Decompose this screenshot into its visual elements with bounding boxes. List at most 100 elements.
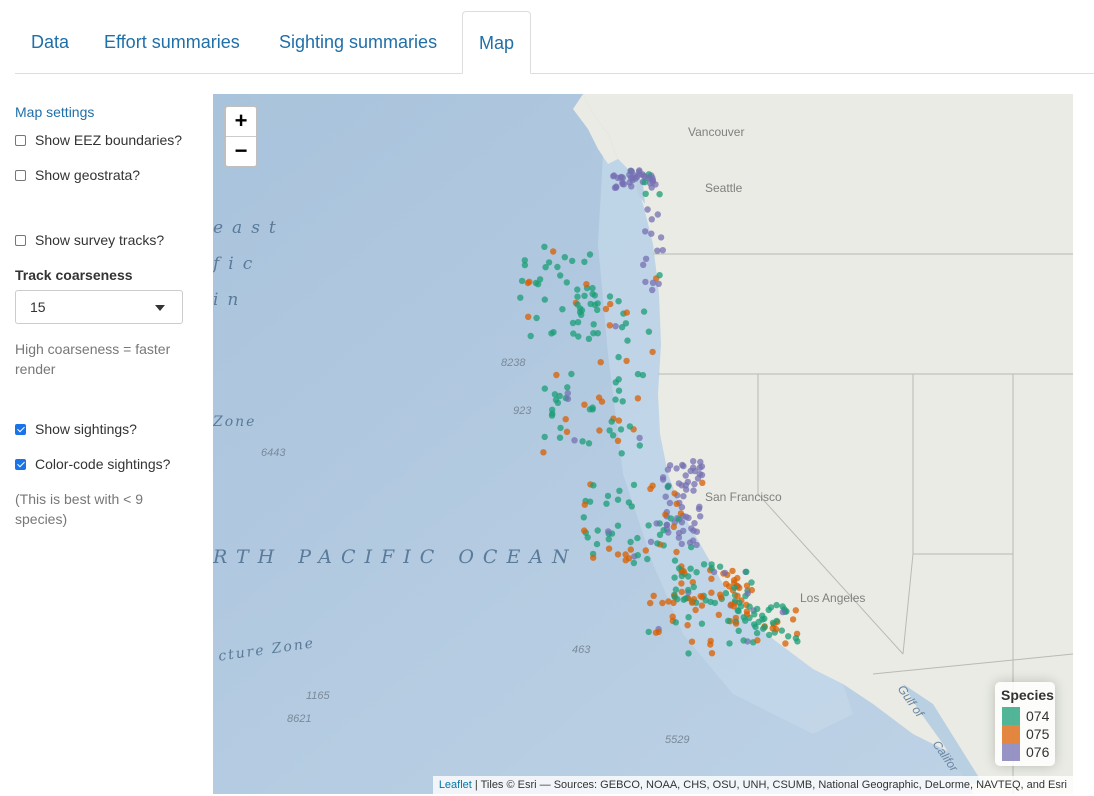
sighting-point (782, 640, 789, 647)
sighting-point (622, 320, 630, 327)
sighting-point (625, 499, 633, 506)
show-geostrata-checkbox[interactable] (15, 169, 26, 181)
sighting-point (634, 370, 642, 378)
sighting-point (659, 247, 666, 254)
sighting-point (685, 586, 692, 594)
legend-item: 075 (1002, 725, 1049, 743)
sighting-point (617, 426, 625, 433)
sighting-point (614, 522, 622, 529)
sighting-point (794, 638, 801, 645)
sighting-point (682, 595, 689, 602)
sighting-point (574, 286, 581, 293)
sighting-point (657, 234, 665, 241)
sighting-point (690, 464, 697, 471)
chevron-down-icon (155, 305, 165, 311)
sighting-point (767, 604, 775, 611)
depth-label: 6443 (261, 447, 286, 459)
sighting-point (564, 395, 572, 403)
species-legend: Species 074 075 076 (995, 682, 1055, 766)
sighting-point (754, 637, 761, 644)
sighting-point (614, 437, 622, 444)
show-eez-checkbox[interactable] (15, 134, 26, 146)
sighting-point (613, 184, 620, 191)
sighting-point (627, 174, 635, 181)
sighting-point (581, 292, 588, 299)
sighting-point (595, 394, 603, 401)
show-eez-checkbox-row[interactable]: Show EEZ boundaries? (15, 132, 182, 148)
sighting-point (690, 583, 697, 591)
sighting-point (693, 569, 700, 576)
sighting-point (626, 423, 634, 430)
tab-data[interactable]: Data (15, 11, 85, 73)
sighting-point (536, 276, 544, 283)
sighting-point (649, 279, 657, 286)
sighting-point (692, 606, 699, 614)
sighting-point (685, 650, 692, 657)
legend-label: 076 (1026, 744, 1050, 760)
sighting-point (697, 513, 704, 520)
sighting-point (618, 450, 625, 457)
zoom-in-button[interactable]: + (226, 107, 256, 137)
sighting-point (648, 230, 655, 237)
sighting-point (640, 261, 647, 268)
sighting-point (527, 332, 534, 340)
sighting-point (634, 395, 642, 402)
sighting-point (614, 496, 622, 503)
sighting-point (642, 547, 649, 554)
sighting-point (698, 602, 706, 609)
sighting-point (628, 168, 635, 175)
color-code-checkbox-row[interactable]: Color-code sightings? (15, 456, 170, 472)
ocean-fragment-fic: fic (213, 254, 262, 274)
show-sightings-checkbox[interactable] (15, 423, 26, 435)
sighting-point (589, 284, 596, 292)
sighting-point (586, 406, 594, 413)
sighting-point (673, 548, 680, 556)
depth-label: 5529 (665, 734, 690, 746)
sighting-point (618, 173, 625, 181)
sighting-point (672, 586, 680, 593)
track-coarseness-select[interactable]: 15 (15, 290, 183, 324)
sighting-point (740, 637, 747, 644)
sighting-point (605, 545, 613, 552)
sighting-point (644, 555, 651, 563)
color-code-checkbox[interactable] (15, 458, 26, 470)
sighting-point (641, 179, 648, 186)
sighting-point (715, 611, 722, 618)
tab-map[interactable]: Map (462, 11, 531, 74)
tab-sighting-summaries[interactable]: Sighting summaries (263, 11, 453, 73)
tab-effort-summaries[interactable]: Effort summaries (88, 11, 256, 73)
show-geostrata-checkbox-row[interactable]: Show geostrata? (15, 167, 140, 183)
sighting-point (725, 617, 732, 624)
sighting-point (589, 290, 596, 297)
show-tracks-checkbox[interactable] (15, 234, 26, 246)
sighting-point (556, 392, 563, 400)
sighting-point (580, 514, 587, 521)
show-sightings-checkbox-row[interactable]: Show sightings? (15, 421, 137, 437)
sighting-point (645, 328, 653, 335)
sighting-point (584, 534, 591, 541)
sighting-point (605, 536, 612, 543)
sighting-point (647, 599, 654, 607)
sighting-point (581, 401, 588, 408)
sighting-point (550, 248, 557, 255)
sighting-point (594, 527, 601, 534)
sighting-point (627, 546, 634, 553)
map-view[interactable]: Vancouver Seattle San Francisco Los Ange… (213, 94, 1073, 794)
show-tracks-checkbox-row[interactable]: Show survey tracks? (15, 232, 164, 248)
attribution-text: | Tiles © Esri — Sources: GEBCO, NOAA, C… (471, 779, 1067, 791)
leaflet-link[interactable]: Leaflet (439, 779, 472, 791)
sighting-point (656, 191, 663, 198)
sighting-point (649, 482, 656, 489)
sighting-point (610, 173, 617, 180)
sighting-point (656, 531, 664, 538)
sighting-point (585, 335, 593, 342)
ocean-label: RTH PACIFIC OCEAN (213, 546, 578, 568)
tab-bar: Data Effort summaries Sighting summaries… (15, 11, 1094, 74)
sighting-point (690, 458, 697, 465)
sighting-point (636, 434, 643, 442)
sighting-point (691, 520, 698, 527)
sighting-point (769, 619, 777, 626)
sighting-point (687, 565, 694, 572)
zoom-out-button[interactable]: − (226, 137, 256, 166)
sighting-point (594, 300, 601, 307)
